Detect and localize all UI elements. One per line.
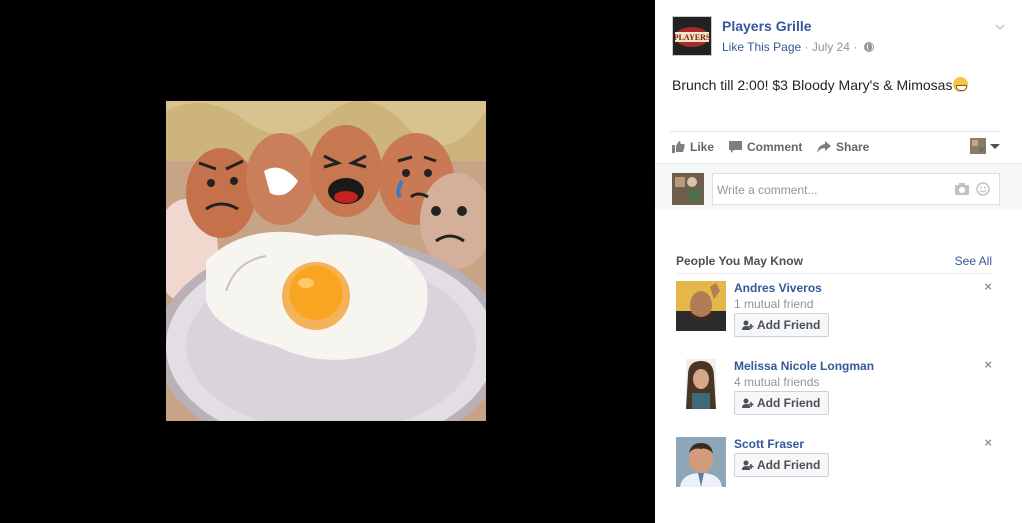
post-message: Brunch till 2:00! $3 Bloody Mary's & Mim… xyxy=(672,77,953,93)
like-label: Like xyxy=(690,140,715,154)
melissa-nicole-longman-photo xyxy=(676,359,726,409)
post-text: Brunch till 2:00! $3 Bloody Mary's & Mim… xyxy=(672,77,969,93)
like-button[interactable]: Like xyxy=(672,140,714,154)
person-photo[interactable] xyxy=(676,437,726,487)
share-button[interactable]: Share xyxy=(817,140,869,154)
add-friend-icon xyxy=(742,460,754,470)
grinning-face-emoji xyxy=(953,77,969,92)
close-icon[interactable]: × xyxy=(984,436,992,449)
person-name[interactable]: Scott Fraser xyxy=(734,437,804,451)
page-logo[interactable]: PLAYERS xyxy=(672,16,712,56)
logo-lettering: PLAYERS xyxy=(674,33,711,42)
add-friend-icon xyxy=(742,398,754,408)
globe-icon xyxy=(863,42,874,52)
close-icon[interactable]: × xyxy=(984,358,992,371)
comment-placeholder: Write a comment... xyxy=(717,183,818,197)
smiley-icon[interactable] xyxy=(976,182,990,196)
share-label: Share xyxy=(836,140,870,154)
list-item: Scott Fraser Add Friend × xyxy=(676,436,996,497)
avatar xyxy=(672,173,704,205)
photo-viewer-stage xyxy=(0,0,655,523)
eggs-and-fried-egg-image xyxy=(166,101,486,421)
comment-button[interactable]: Comment xyxy=(729,140,802,154)
add-friend-button[interactable]: Add Friend xyxy=(734,391,830,415)
pymk-title: People You May Know xyxy=(676,254,803,268)
add-friend-button[interactable]: Add Friend xyxy=(734,313,830,337)
chevron-down-icon[interactable] xyxy=(995,22,1005,32)
add-friend-icon xyxy=(742,320,754,330)
meta-separator: · xyxy=(853,40,858,54)
post-action-bar: Like Comment Share xyxy=(670,131,1000,162)
share-arrow-icon xyxy=(817,141,831,153)
pymk-header: People You May Know See All xyxy=(676,254,992,274)
see-all-link[interactable]: See All xyxy=(955,254,992,268)
comment-label: Comment xyxy=(747,140,803,154)
like-this-page-link[interactable]: Like This Page xyxy=(722,40,801,54)
players-grille-logo-icon: PLAYERS xyxy=(673,17,711,55)
add-friend-label: Add Friend xyxy=(757,318,821,332)
mutual-friends[interactable]: 4 mutual friends xyxy=(734,375,819,389)
add-friend-label: Add Friend xyxy=(757,458,821,472)
person-name[interactable]: Andres Viveros xyxy=(734,281,822,295)
person-name[interactable]: Melissa Nicole Longman xyxy=(734,359,874,373)
scott-fraser-photo xyxy=(676,437,726,487)
list-item: Andres Viveros 1 mutual friend Add Frien… xyxy=(676,280,996,341)
commenter-avatar-image xyxy=(672,173,704,205)
comment-bubble-icon xyxy=(729,141,742,153)
post-side-panel: PLAYERS Players Grille Like This Page · … xyxy=(655,0,1022,523)
comment-input[interactable]: Write a comment... xyxy=(712,173,1000,205)
add-friend-button[interactable]: Add Friend xyxy=(734,453,830,477)
post-photo[interactable] xyxy=(166,101,486,421)
post-meta: Like This Page · July 24 · xyxy=(722,40,874,54)
list-item: Melissa Nicole Longman 4 mutual friends … xyxy=(676,358,996,419)
post-date[interactable]: July 24 xyxy=(812,40,850,54)
person-photo[interactable] xyxy=(676,359,726,409)
page-name-link[interactable]: Players Grille xyxy=(722,18,812,34)
andres-viveros-photo xyxy=(676,281,726,331)
react-as-avatar-icon xyxy=(970,138,1000,154)
mutual-friends[interactable]: 1 mutual friend xyxy=(734,297,813,311)
close-icon[interactable]: × xyxy=(984,280,992,293)
people-you-may-know: People You May Know See All Andres Viver… xyxy=(655,210,1022,523)
person-photo[interactable] xyxy=(676,281,726,331)
add-friend-label: Add Friend xyxy=(757,396,821,410)
react-as-selector[interactable] xyxy=(970,138,1000,154)
camera-icon[interactable] xyxy=(955,183,969,195)
comment-area: Write a comment... xyxy=(655,163,1022,210)
post-header: PLAYERS Players Grille Like This Page · … xyxy=(672,16,1005,60)
thumbs-up-icon xyxy=(672,141,685,153)
meta-separator: · xyxy=(804,40,809,54)
